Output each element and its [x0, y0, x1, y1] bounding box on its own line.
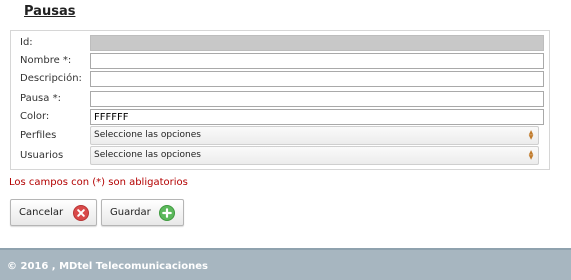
cancel-button[interactable]: Cancelar — [10, 199, 97, 226]
field-perfiles-label: Perfiles — [20, 130, 57, 141]
field-nombre-label: Nombre *: — [20, 55, 72, 66]
save-button-label: Guardar — [110, 207, 151, 218]
pausa-form: Id: Nombre *: Descripción: Pausa *: Colo… — [10, 30, 550, 170]
cancel-button-label: Cancelar — [19, 207, 64, 218]
perfiles-select-value: Seleccione las opciones — [94, 130, 201, 140]
plus-circle-icon — [159, 205, 175, 221]
close-circle-icon — [73, 205, 89, 221]
select-arrows-icon: ▲ ▼ — [528, 149, 534, 161]
pausa-field[interactable] — [90, 91, 544, 107]
descripcion-field[interactable] — [90, 71, 544, 87]
field-pausa-label: Pausa *: — [20, 93, 61, 104]
usuarios-select[interactable]: Seleccione las opciones ▲ ▼ — [90, 146, 539, 165]
field-color-label: Color: — [20, 111, 50, 122]
footer: © 2016 , MDtel Telecomunicaciones — [0, 248, 571, 280]
required-fields-note: Los campos con (*) son abligatorios — [9, 177, 188, 188]
field-descripcion-label: Descripción: — [20, 73, 82, 84]
page-title: Pausas — [24, 4, 76, 19]
usuarios-select-value: Seleccione las opciones — [94, 150, 201, 160]
id-field[interactable] — [90, 35, 544, 51]
select-arrows-icon: ▲ ▼ — [528, 129, 534, 141]
footer-copyright: © 2016 , MDtel Telecomunicaciones — [7, 261, 208, 272]
perfiles-select[interactable]: Seleccione las opciones ▲ ▼ — [90, 126, 539, 145]
save-button[interactable]: Guardar — [101, 199, 184, 226]
color-field[interactable] — [90, 109, 544, 125]
field-usuarios-label: Usuarios — [20, 150, 64, 161]
field-id-label: Id: — [20, 37, 33, 48]
nombre-field[interactable] — [90, 53, 544, 69]
